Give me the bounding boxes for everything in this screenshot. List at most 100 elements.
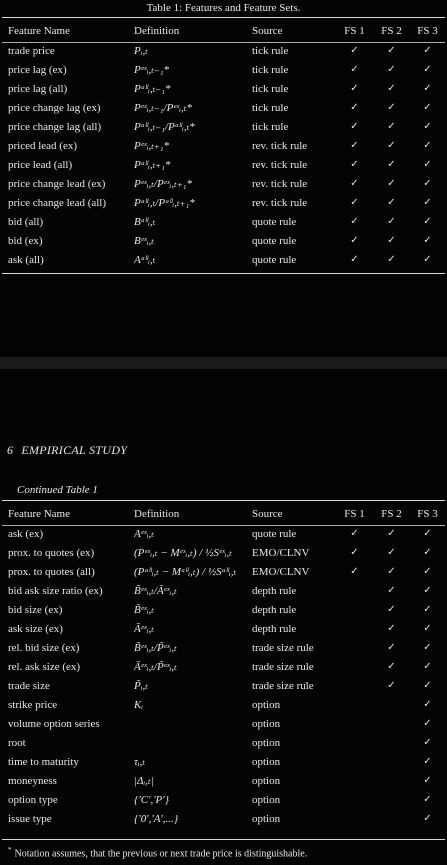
feature-name-cell: time to maturity <box>8 755 79 768</box>
fs2-check <box>373 771 410 790</box>
fs3-check: ✓ <box>423 178 432 189</box>
bottom-rule <box>2 273 445 274</box>
source-cell: EMO/CLNV <box>252 565 310 578</box>
fs1-check: ✓ <box>350 64 359 75</box>
definition-cell: (Pᵉˣᵢ,ₜ − Mᵉˣᵢ,ₜ) / ½Sᵉˣᵢ,ₜ <box>134 547 233 559</box>
table-row: prox. to quotes (all) (Pᵃˡˡᵢ,ₜ − Mᵃˡˡᵢ,ₜ)… <box>2 562 445 581</box>
fs3-check: ✓ <box>423 216 432 227</box>
table-row: price change lag (ex) Pᵉˣᵢ,ₜ₋₁/Pᵉˣᵢ,ₜ* tic… <box>2 98 445 117</box>
continued-top-rule <box>2 500 445 501</box>
source-cell: option <box>252 793 281 806</box>
definition-cell: Bᵉˣᵢ,ₜ <box>134 235 154 247</box>
footnote-text: Notation assumes, that the previous or n… <box>14 848 308 860</box>
definition-cell: Aᵃˡˡᵢ,ₜ <box>134 254 156 266</box>
definition-cell: Ãᵉˣᵢ,ₜ <box>134 623 154 635</box>
feature-name-cell: strike price <box>8 698 58 711</box>
fs3-check: ✓ <box>423 566 432 577</box>
feature-name-cell: bid (all) <box>8 215 44 228</box>
header-feature-name: Feature Name <box>8 507 70 520</box>
fs3-check: ✓ <box>423 642 432 653</box>
fs3-check: ✓ <box>423 680 432 691</box>
source-cell: rev. tick rule <box>252 196 308 209</box>
fs2-check <box>373 695 410 714</box>
fs1-check <box>336 600 373 619</box>
source-cell: quote rule <box>252 253 297 266</box>
fs3-check: ✓ <box>423 775 432 786</box>
feature-name-cell: trade price <box>8 44 55 57</box>
source-cell: tick rule <box>252 44 289 57</box>
feature-name-cell: ask (ex) <box>8 527 44 540</box>
fs2-check: ✓ <box>387 235 396 246</box>
feature-name-cell: volume option series <box>8 717 100 730</box>
fs1-check <box>336 771 373 790</box>
table-row: priced lead (ex) Pᵉˣᵢ,ₜ₊₁* rev. tick rule ✓… <box>2 136 445 155</box>
table-row: ask (all) Aᵃˡˡᵢ,ₜ quote rule ✓ ✓ ✓ <box>2 250 445 269</box>
feature-name-cell: priced lead (ex) <box>8 139 78 152</box>
feature-name-cell: price change lead (all) <box>8 196 107 209</box>
source-cell: rev. tick rule <box>252 158 308 171</box>
fs2-check: ✓ <box>387 604 396 615</box>
continued-table-caption: Continued Table 1 <box>17 484 98 496</box>
source-cell: option <box>252 736 281 749</box>
header-fs2: FS 2 <box>381 507 402 520</box>
section-heading: 6 EMPIRICAL STUDY <box>7 443 127 458</box>
table-row: price lag (all) Pᵃˡˡᵢ,ₜ₋₁* tick rule ✓ ✓ ✓ <box>2 79 445 98</box>
feature-name-cell: rel. bid size (ex) <box>8 641 80 654</box>
fs2-check: ✓ <box>387 178 396 189</box>
fs1-check: ✓ <box>350 178 359 189</box>
table-row: price lag (ex) Pᵉˣᵢ,ₜ₋₁* tick rule ✓ ✓ ✓ <box>2 60 445 79</box>
table-row: bid size (ex) B̃ᵉˣᵢ,ₜ depth rule ✓ ✓ <box>2 600 445 619</box>
source-cell: tick rule <box>252 120 289 133</box>
definition-cell: {'C','P'} <box>134 793 170 806</box>
definition-cell: B̃ᵉˣᵢ,ₜ <box>134 604 154 616</box>
fs1-check: ✓ <box>350 83 359 94</box>
fs2-check <box>373 790 410 809</box>
fs2-check: ✓ <box>387 661 396 672</box>
table-row: strike price Kᵢ option ✓ <box>2 695 445 714</box>
header-source: Source <box>252 507 283 520</box>
definition-cell: Pᵉˣᵢ,ₜ₋₁/Pᵉˣᵢ,ₜ* <box>134 102 193 114</box>
fs1-check: ✓ <box>350 235 359 246</box>
definition-cell: Pᵃˡˡᵢ,ₜ₊₁* <box>134 159 171 171</box>
fs3-check: ✓ <box>423 699 432 710</box>
definition-cell: τᵢ,ₜ <box>134 756 146 768</box>
header-definition: Definition <box>134 507 180 520</box>
feature-name-cell: ask (all) <box>8 253 44 266</box>
fs1-check: ✓ <box>350 45 359 56</box>
definition-cell: Pᵉˣᵢ,ₜ/Pᵉˣᵢ,ₜ₊₁* <box>134 178 193 190</box>
fs2-check: ✓ <box>387 680 396 691</box>
table-row: ask size (ex) Ãᵉˣᵢ,ₜ depth rule ✓ ✓ <box>2 619 445 638</box>
feature-name-cell: option type <box>8 793 58 806</box>
source-cell: rev. tick rule <box>252 177 308 190</box>
fs3-check: ✓ <box>423 585 432 596</box>
definition-cell <box>134 714 252 733</box>
fs2-check: ✓ <box>387 83 396 94</box>
fs1-check <box>336 695 373 714</box>
definition-cell: Ãᵉˣᵢ,ₜ/P̃ᵉˣᵢ,ₜ <box>134 661 177 673</box>
fs2-check: ✓ <box>387 547 396 558</box>
feature-name-cell: price lag (ex) <box>8 63 67 76</box>
fs2-check: ✓ <box>387 45 396 56</box>
table-row: price change lead (all) Pᵃˡˡᵢ,ₜ/Pᵃˡˡᵢ,ₜ₊₁… <box>2 193 445 212</box>
table-row: bid ask size ratio (ex) B̃ᵉˣᵢ,ₜ/Ãᵉˣᵢ,ₜ dep… <box>2 581 445 600</box>
source-cell: depth rule <box>252 603 297 616</box>
feature-name-cell: price change lag (all) <box>8 120 102 133</box>
continued-header-rule <box>2 525 445 526</box>
fs2-check: ✓ <box>387 528 396 539</box>
fs3-check: ✓ <box>423 254 432 265</box>
feature-name-cell: ask size (ex) <box>8 622 63 635</box>
header-fs2: FS 2 <box>381 24 402 37</box>
fs3-check: ✓ <box>423 64 432 75</box>
fs1-check: ✓ <box>350 528 359 539</box>
fs1-check: ✓ <box>350 197 359 208</box>
footnote: * Notation assumes, that the previous or … <box>8 846 307 859</box>
fs2-check: ✓ <box>387 254 396 265</box>
table-row: time to maturity τᵢ,ₜ option ✓ <box>2 752 445 771</box>
source-cell: option <box>252 774 281 787</box>
page-separator <box>0 357 447 369</box>
table-row: price change lag (all) Pᵃˡˡᵢ,ₜ₋₁/Pᵃˡˡᵢ,ₜ*… <box>2 117 445 136</box>
fs2-check: ✓ <box>387 121 396 132</box>
source-cell: option <box>252 698 281 711</box>
fs2-check: ✓ <box>387 642 396 653</box>
definition-cell: Pᵃˡˡᵢ,ₜ₋₁/Pᵃˡˡᵢ,ₜ* <box>134 121 195 133</box>
